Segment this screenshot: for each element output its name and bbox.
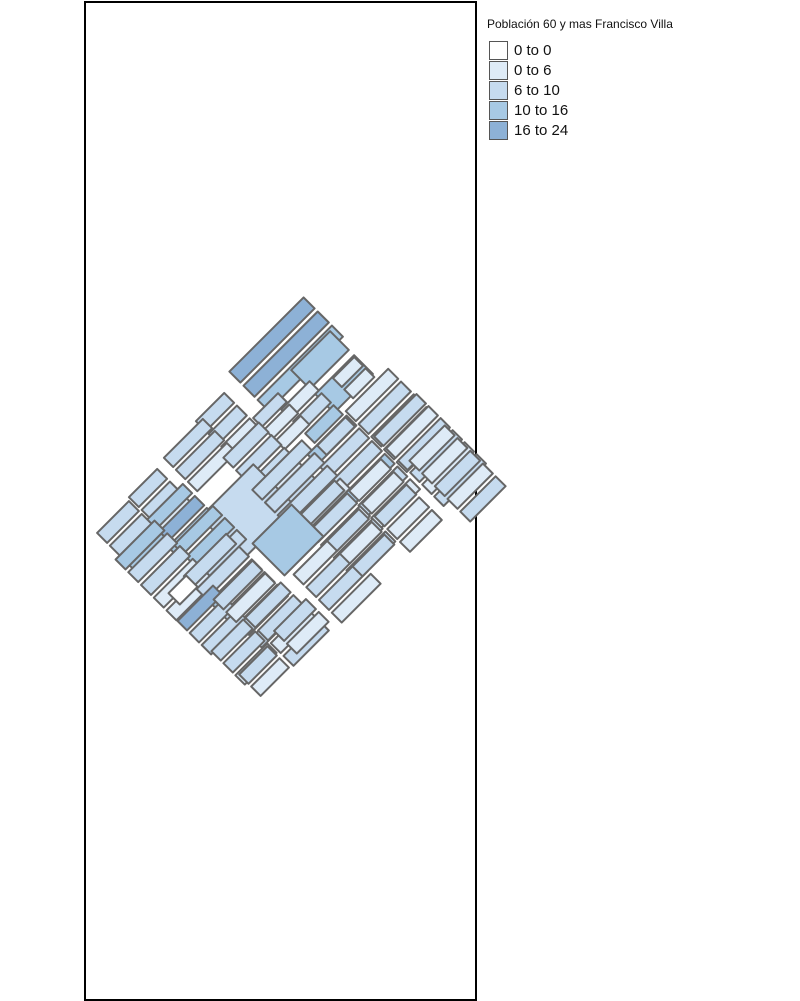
legend-label: 10 to 16 xyxy=(514,102,569,119)
legend-item-0-to-0: 0 to 0 xyxy=(487,41,673,61)
city-blocks xyxy=(96,296,507,697)
map-canvas xyxy=(96,296,507,697)
legend-swatch xyxy=(489,61,508,80)
legend-item-10-to-16: 10 to 16 xyxy=(487,101,673,121)
legend: Población 60 y mas Francisco Villa 0 to … xyxy=(487,17,673,141)
legend-swatch xyxy=(489,41,508,60)
legend-swatch xyxy=(489,81,508,100)
legend-title: Población 60 y mas Francisco Villa xyxy=(487,17,673,31)
legend-item-6-to-10: 6 to 10 xyxy=(487,81,673,101)
legend-label: 6 to 10 xyxy=(514,82,560,99)
legend-label: 0 to 0 xyxy=(514,42,552,59)
legend-label: 16 to 24 xyxy=(514,122,569,139)
legend-item-0-to-6: 0 to 6 xyxy=(487,61,673,81)
legend-swatch xyxy=(489,101,508,120)
legend-label: 0 to 6 xyxy=(514,62,552,79)
legend-swatch xyxy=(489,121,508,140)
legend-item-16-to-24: 16 to 24 xyxy=(487,121,673,141)
